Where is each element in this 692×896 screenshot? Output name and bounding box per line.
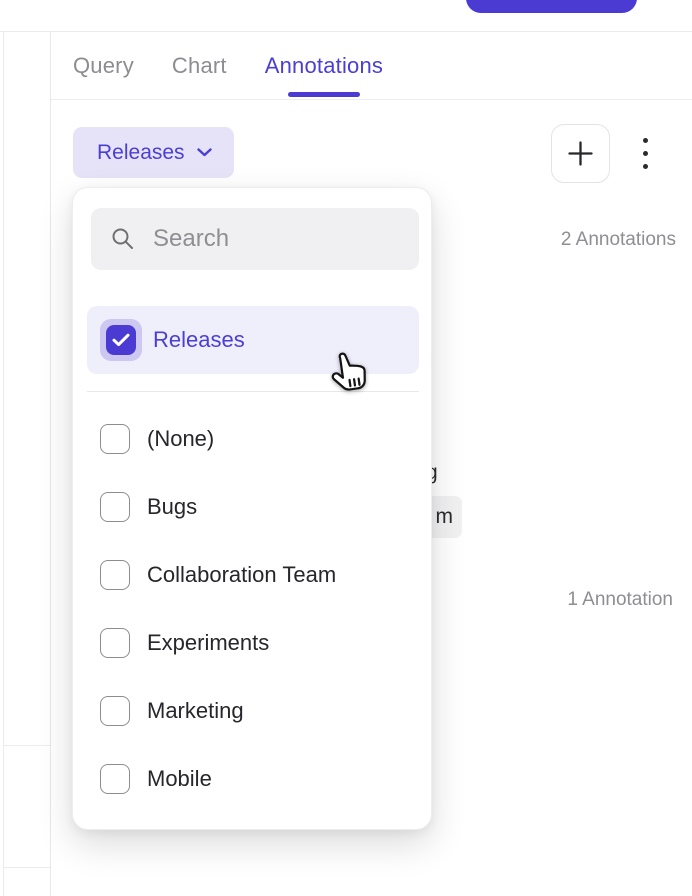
add-annotation-button[interactable] [551, 124, 610, 183]
search-icon [111, 227, 135, 251]
tab-label: Query [73, 53, 134, 79]
primary-action-button[interactable] [466, 0, 637, 13]
tab-annotations[interactable]: Annotations [265, 32, 383, 99]
content-left-divider [50, 32, 51, 896]
tab-chart[interactable]: Chart [172, 32, 227, 99]
kebab-icon [643, 151, 648, 156]
option-label: (None) [147, 426, 214, 452]
option-label: Collaboration Team [147, 562, 336, 588]
left-strip-divider [3, 867, 50, 868]
option-row-experiments[interactable]: Experiments [73, 609, 431, 677]
checkbox-checked[interactable] [106, 325, 136, 355]
tab-label: Chart [172, 53, 227, 79]
plus-icon [567, 140, 594, 167]
outer-vertical-divider [3, 32, 4, 896]
option-label: Mobile [147, 766, 212, 792]
checkbox-unchecked[interactable] [100, 696, 130, 726]
search-input[interactable] [151, 207, 465, 271]
filter-button-label: Releases [97, 141, 185, 165]
releases-filter-dropdown-button[interactable]: Releases [73, 127, 234, 178]
tab-bar: Query Chart Annotations [51, 32, 692, 100]
option-row-mobile[interactable]: Mobile [73, 745, 431, 813]
checkbox-unchecked[interactable] [100, 628, 130, 658]
option-label: Experiments [147, 630, 269, 656]
kebab-icon [643, 138, 648, 143]
option-row-collaboration-team[interactable]: Collaboration Team [73, 541, 431, 609]
option-row-none[interactable]: (None) [73, 405, 431, 473]
active-tab-indicator [288, 92, 360, 97]
tab-label: Annotations [265, 53, 383, 79]
option-list: (None) Bugs Collaboration Team Experimen… [73, 405, 431, 813]
kebab-icon [643, 164, 648, 169]
checkbox-focus-ring [100, 319, 142, 361]
annotations-count: 2 Annotations [561, 229, 676, 251]
dropdown-divider [87, 391, 419, 392]
search-box [91, 208, 419, 270]
option-row-marketing[interactable]: Marketing [73, 677, 431, 745]
option-label: Releases [153, 327, 245, 353]
chevron-down-icon [197, 148, 212, 157]
option-row-releases[interactable]: Releases [87, 306, 419, 374]
option-label: Bugs [147, 494, 197, 520]
occluded-chip-text: m [436, 505, 454, 529]
checkbox-unchecked[interactable] [100, 764, 130, 794]
checkmark-icon [112, 333, 130, 347]
left-strip-divider [3, 745, 50, 746]
checkbox-unchecked[interactable] [100, 424, 130, 454]
tab-query[interactable]: Query [73, 32, 134, 99]
checkbox-unchecked[interactable] [100, 560, 130, 590]
option-label: Marketing [147, 698, 244, 724]
more-options-button[interactable] [631, 131, 659, 175]
releases-filter-dropdown-panel: Releases (None) Bugs Collaboration Team … [72, 187, 432, 830]
checkbox-unchecked[interactable] [100, 492, 130, 522]
annotation-count: 1 Annotation [567, 589, 673, 611]
option-row-bugs[interactable]: Bugs [73, 473, 431, 541]
